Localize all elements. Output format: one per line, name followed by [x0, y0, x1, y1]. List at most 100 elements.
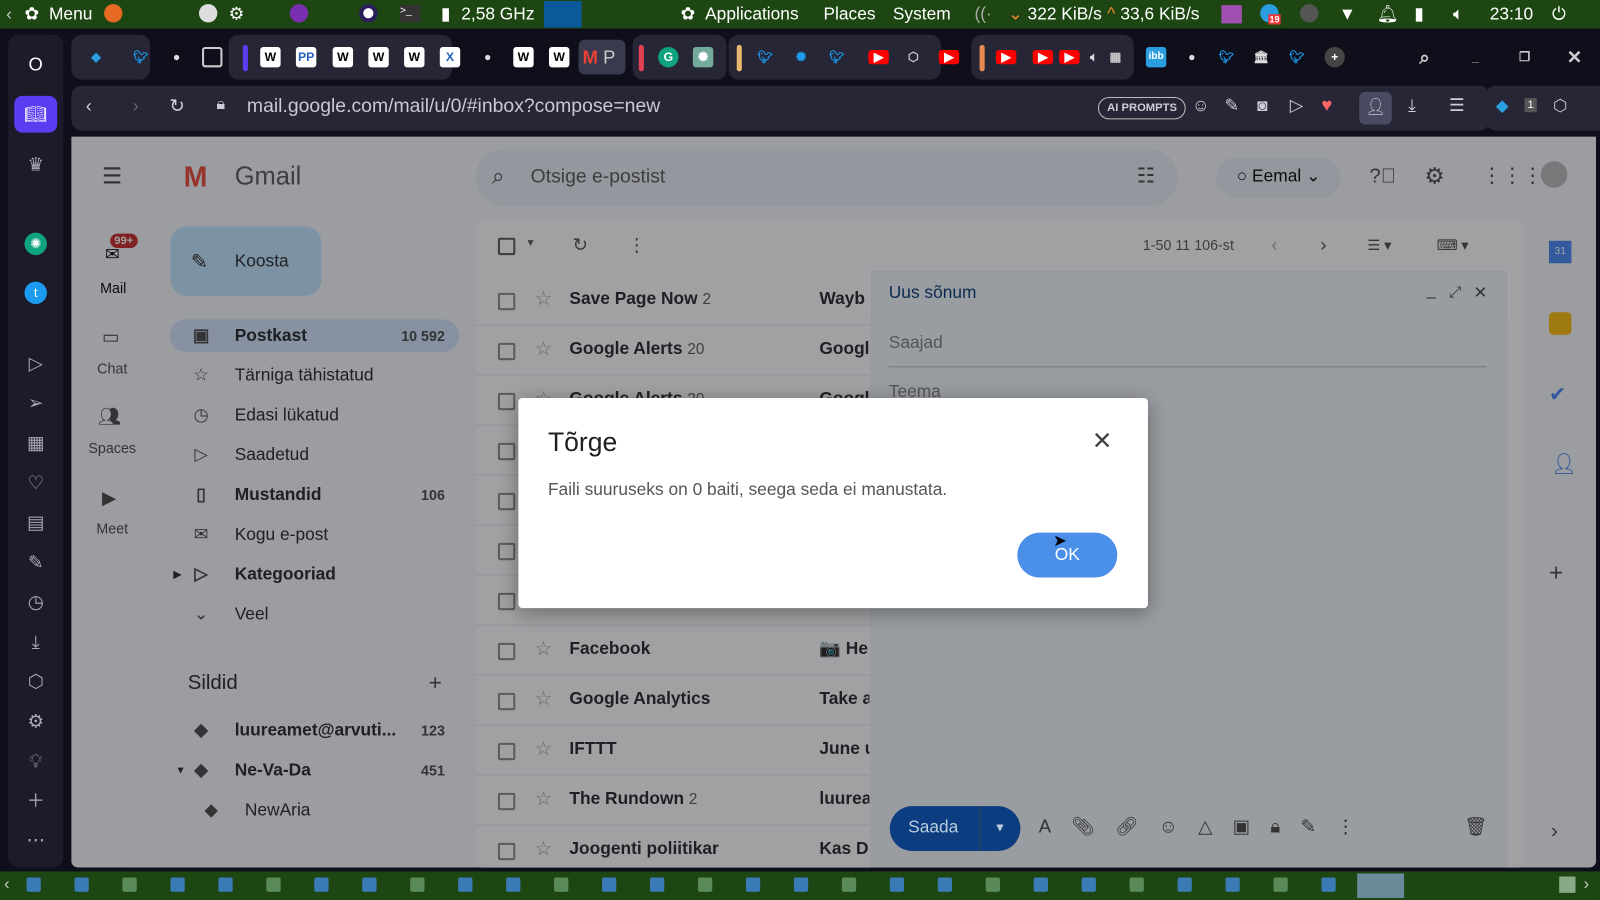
chatgpt-icon[interactable]: ✺ — [24, 232, 47, 256]
tab-chatgpt[interactable]: ✺ — [692, 46, 714, 68]
history-icon[interactable]: ◷ — [24, 591, 46, 613]
taskbar-window-button[interactable] — [889, 877, 905, 892]
tab-twitter[interactable]: 🐦︎ — [827, 47, 847, 67]
opera-menu-icon[interactable]: O — [24, 53, 46, 75]
camera-icon[interactable]: ◙ — [1257, 96, 1267, 116]
twitter-icon[interactable]: t — [24, 281, 47, 305]
tab-search-icon[interactable]: ⌕ — [1414, 47, 1434, 67]
crown-icon[interactable]: ♛ — [24, 153, 46, 175]
volume-icon[interactable]: 🔈︎ — [1453, 4, 1463, 24]
confidential-icon[interactable]: 🔒︎ — [1270, 816, 1300, 836]
photo-icon[interactable]: ▣ — [1233, 816, 1271, 836]
send-button[interactable]: Saada — [908, 817, 958, 837]
taskbar-window-button[interactable] — [266, 877, 281, 892]
taskbar-window-button[interactable] — [170, 877, 185, 892]
taskbar-window-button[interactable] — [985, 877, 1000, 892]
tab-wikipedia[interactable]: W — [513, 46, 534, 68]
tab-twitter[interactable]: 🐦︎ — [755, 47, 775, 67]
tab-youtube[interactable]: ▶ — [938, 49, 960, 65]
power-icon[interactable]: ⏻ — [1552, 4, 1566, 24]
taskbar-window-button[interactable] — [1081, 877, 1096, 892]
trash-icon[interactable] — [1559, 876, 1576, 893]
recipients-input[interactable]: Saajad — [889, 333, 943, 353]
close-window-button[interactable]: ✕ — [1564, 47, 1584, 67]
tab-wikipedia[interactable]: W — [260, 46, 281, 68]
battery-icon[interactable]: ▮ — [1414, 4, 1424, 24]
menu-button[interactable]: Menu — [49, 4, 92, 24]
tab-pp[interactable]: PP — [295, 46, 317, 68]
extension-diamond-icon[interactable]: ◆ — [1496, 96, 1509, 116]
discard-draft-icon[interactable]: 🗑︎ — [1464, 816, 1487, 837]
heart-icon[interactable]: ♥ — [1321, 95, 1332, 116]
taskbar-window-button[interactable] — [602, 877, 617, 892]
tab-wikipedia[interactable]: W — [404, 46, 425, 68]
tab-wikipedia[interactable]: W — [548, 46, 570, 68]
panel-left-arrow[interactable]: ‹ — [6, 4, 12, 24]
system-menu[interactable]: System — [893, 4, 951, 24]
easy-setup-icon[interactable]: ☰ — [1449, 96, 1465, 116]
applications-menu[interactable]: Applications — [705, 4, 799, 24]
tab-archive[interactable]: 🏛︎ — [1251, 47, 1271, 67]
tab-clock[interactable] — [202, 46, 223, 68]
attach-icon[interactable]: 📎︎ — [1071, 816, 1115, 836]
pinboard-icon[interactable]: ✎ — [24, 551, 46, 573]
compose-minimize-button[interactable]: _ — [1427, 282, 1436, 300]
tab-youtube[interactable]: ▶ — [1032, 49, 1054, 65]
heart-icon[interactable]: ♡ — [24, 471, 46, 493]
settings-icon[interactable]: ⚙ — [24, 710, 46, 732]
profile-icon[interactable]: 👤︎ — [1359, 91, 1392, 125]
taskbar-window-button[interactable] — [74, 877, 89, 892]
tab-globe[interactable]: ● — [166, 47, 186, 67]
emoji-icon[interactable]: ☺ — [1159, 816, 1198, 836]
downloads-icon[interactable]: ⤓ — [24, 631, 46, 653]
settings-gears-icon[interactable]: ⚙ — [229, 4, 245, 24]
tab-wikipedia[interactable]: W — [332, 46, 354, 68]
signature-icon[interactable]: ✎ — [1301, 816, 1337, 836]
opera-icon[interactable] — [359, 4, 378, 27]
notifications-icon[interactable]: 🔔︎ — [1377, 4, 1399, 24]
tab-gmail-active[interactable]: M P — [578, 39, 626, 75]
network-icon[interactable]: ▼ — [1339, 4, 1356, 24]
taskbar-window-button[interactable] — [1273, 877, 1288, 892]
taskbar-left-arrow[interactable]: ‹ — [4, 876, 9, 894]
restore-button[interactable]: ❐ — [1514, 47, 1534, 67]
formatting-icon[interactable]: A — [1039, 816, 1072, 836]
tab-ibb[interactable]: ibb — [1145, 46, 1167, 68]
tab-openai[interactable]: ✺ — [791, 47, 811, 67]
extensions-icon[interactable]: ⬡ — [24, 670, 46, 692]
news-icon[interactable]: ▤ — [24, 511, 46, 533]
schedule-send-dropdown[interactable]: ▼ — [994, 820, 1006, 834]
telegram-icon[interactable]: 19 — [1260, 4, 1281, 27]
extension-badge[interactable]: 1 — [1524, 97, 1537, 113]
audio-app-icon[interactable] — [1221, 5, 1242, 24]
reading-list-icon[interactable]: 📖︎ — [14, 95, 58, 133]
url-input[interactable]: mail.google.com/mail/u/0/#inbox?compose=… — [247, 96, 660, 118]
ai-prompts-button[interactable]: AI PROMPTS — [1097, 96, 1187, 120]
compose-fullscreen-button[interactable]: ⤢ — [1449, 284, 1461, 301]
more-options-icon[interactable]: ⋮ — [1336, 816, 1375, 836]
tab-cube[interactable]: ⬡ — [903, 47, 923, 67]
taskbar-active-window[interactable] — [1357, 873, 1405, 898]
tor-icon[interactable] — [289, 4, 309, 27]
app-indicator-icon[interactable] — [1299, 4, 1319, 27]
tab-wikipedia[interactable]: W — [368, 46, 389, 68]
taskbar-window-button[interactable] — [410, 877, 425, 892]
reload-button[interactable]: ↻ — [169, 96, 184, 117]
tab-grammarly[interactable]: G — [658, 46, 679, 68]
taskbar-window-button[interactable] — [1321, 877, 1336, 892]
tab-twitter[interactable]: 🐦︎ — [1287, 47, 1307, 67]
taskbar-right-arrow[interactable]: › — [1584, 876, 1589, 894]
tab-twitter[interactable]: 🐦︎ — [131, 47, 151, 67]
tab-twitter[interactable]: 🐦︎ — [1216, 47, 1236, 67]
taskbar-window-button[interactable] — [1225, 877, 1240, 892]
terminal-icon[interactable]: >_ — [399, 5, 421, 23]
taskbar-window-button[interactable] — [1033, 877, 1048, 892]
link-icon[interactable]: 🔗︎ — [1115, 816, 1159, 836]
tab-grid[interactable]: ▦ — [1105, 47, 1125, 67]
taskbar-window-button[interactable] — [122, 877, 137, 892]
tab-x[interactable]: X — [439, 46, 461, 68]
taskbar-window-button[interactable] — [314, 877, 329, 892]
ok-button[interactable]: OK — [1017, 532, 1118, 578]
extension-cube-icon[interactable]: ⬡ — [1553, 96, 1567, 116]
firefox-icon[interactable] — [104, 4, 123, 23]
